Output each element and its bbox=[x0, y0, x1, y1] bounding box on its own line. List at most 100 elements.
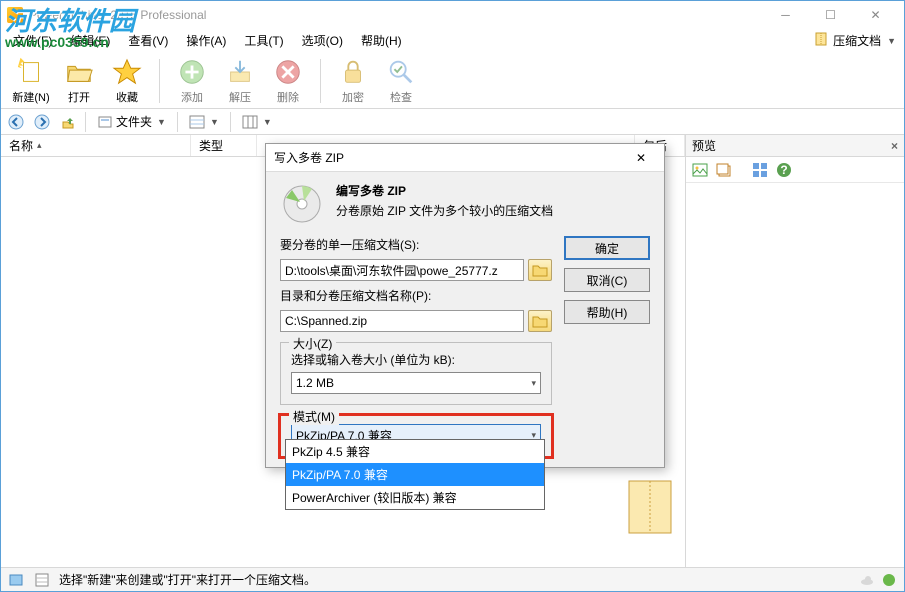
lock-icon bbox=[338, 57, 368, 87]
preview-grid-button[interactable] bbox=[750, 160, 770, 180]
dialog-body: 要分卷的单一压缩文档(S): 目录和分卷压缩文档名称(P): 大小(Z) 选择或… bbox=[266, 234, 664, 467]
open-icon bbox=[64, 57, 94, 87]
dest-browse-button[interactable] bbox=[528, 310, 552, 332]
preview-help-button[interactable]: ? bbox=[774, 160, 794, 180]
folder-icon bbox=[532, 263, 548, 277]
dialog-close-button[interactable]: ✕ bbox=[626, 147, 656, 169]
app-icon bbox=[7, 7, 23, 23]
list-view-icon bbox=[189, 114, 205, 130]
statusbar: 选择"新建"来创建或"打开"来打开一个压缩文档。 bbox=[1, 567, 904, 591]
columns-icon bbox=[242, 114, 258, 130]
extract-icon bbox=[225, 57, 255, 87]
window-title: PowerArchiver 2015 Professional bbox=[29, 8, 206, 22]
close-button[interactable]: ✕ bbox=[853, 1, 898, 29]
status-icon-cloud[interactable] bbox=[858, 571, 876, 589]
nav-folder-select[interactable]: 文件夹 ▼ bbox=[92, 111, 171, 133]
dialog-hero: 编写多卷 ZIP 分卷原始 ZIP 文件为多个较小的压缩文档 bbox=[266, 172, 664, 234]
ok-button[interactable]: 确定 bbox=[564, 236, 650, 260]
add-icon bbox=[177, 57, 207, 87]
col-name[interactable]: 名称▴ bbox=[1, 135, 191, 156]
preview-close-button[interactable]: × bbox=[891, 139, 898, 153]
extract-button: 解压 bbox=[216, 55, 264, 107]
chevron-down-icon: ▼ bbox=[263, 117, 272, 127]
check-icon bbox=[386, 57, 416, 87]
add-button: 添加 bbox=[168, 55, 216, 107]
dropdown-option-1[interactable]: PkZip/PA 7.0 兼容 bbox=[286, 463, 544, 486]
status-icon-2[interactable] bbox=[33, 571, 51, 589]
archive-icon bbox=[813, 31, 829, 50]
menu-tools[interactable]: 工具(T) bbox=[236, 29, 291, 52]
preview-image-button[interactable] bbox=[690, 160, 710, 180]
source-browse-button[interactable] bbox=[528, 259, 552, 281]
chevron-down-icon: ▼ bbox=[210, 117, 219, 127]
svg-text:?: ? bbox=[780, 163, 787, 177]
preview-panel: 预览 × ? bbox=[686, 135, 904, 567]
label-dest: 目录和分卷压缩文档名称(P): bbox=[280, 287, 552, 304]
nav-forward-button[interactable] bbox=[31, 111, 53, 133]
preview-toolbar: ? bbox=[686, 157, 904, 183]
star-icon bbox=[112, 57, 142, 87]
folder-icon bbox=[97, 114, 113, 130]
source-input[interactable] bbox=[280, 259, 524, 281]
open-button[interactable]: 打开 bbox=[55, 55, 103, 107]
chevron-down-icon[interactable]: ▼ bbox=[887, 36, 896, 46]
dialog-title: 写入多卷 ZIP bbox=[274, 149, 344, 166]
nav-up-button[interactable] bbox=[57, 111, 79, 133]
navigation-bar: 文件夹 ▼ ▼ ▼ bbox=[1, 109, 904, 135]
help-button[interactable]: 帮助(H) bbox=[564, 300, 650, 324]
cancel-button[interactable]: 取消(C) bbox=[564, 268, 650, 292]
archive-decor-icon bbox=[623, 475, 677, 539]
maximize-button[interactable]: ☐ bbox=[808, 1, 853, 29]
status-icon-1[interactable] bbox=[7, 571, 25, 589]
menubar-right: 压缩文档 ▼ bbox=[813, 31, 896, 50]
menubar: 文件(F) 编辑(E) 查看(V) 操作(A) 工具(T) 选项(O) 帮助(H… bbox=[1, 29, 904, 53]
chevron-down-icon: ▾ bbox=[531, 378, 536, 389]
menu-action[interactable]: 操作(A) bbox=[178, 29, 234, 52]
status-text: 选择"新建"来创建或"打开"来打开一个压缩文档。 bbox=[59, 571, 316, 588]
size-select[interactable]: 1.2 MB ▾ bbox=[291, 372, 541, 394]
dropdown-option-2[interactable]: PowerArchiver (较旧版本) 兼容 bbox=[286, 486, 544, 509]
menu-view[interactable]: 查看(V) bbox=[120, 29, 176, 52]
encrypt-button: 加密 bbox=[329, 55, 377, 107]
folder-icon bbox=[532, 314, 548, 328]
preview-images-button[interactable] bbox=[714, 160, 734, 180]
menu-file[interactable]: 文件(F) bbox=[5, 29, 60, 52]
dropdown-option-0[interactable]: PkZip 4.5 兼容 bbox=[286, 440, 544, 463]
titlebar: PowerArchiver 2015 Professional ─ ☐ ✕ bbox=[1, 1, 904, 29]
size-legend: 大小(Z) bbox=[289, 335, 336, 352]
delete-icon bbox=[273, 57, 303, 87]
dialog-titlebar[interactable]: 写入多卷 ZIP ✕ bbox=[266, 144, 664, 172]
delete-button: 删除 bbox=[264, 55, 312, 107]
archive-label[interactable]: 压缩文档 bbox=[833, 32, 881, 49]
new-icon bbox=[16, 57, 46, 87]
check-button: 检查 bbox=[377, 55, 425, 107]
nav-view-select[interactable]: ▼ bbox=[184, 111, 224, 133]
preview-title: 预览 bbox=[692, 137, 716, 154]
menu-help[interactable]: 帮助(H) bbox=[353, 29, 410, 52]
size-fieldset: 大小(Z) 选择或输入卷大小 (单位为 kB): 1.2 MB ▾ bbox=[280, 342, 552, 405]
fav-button[interactable]: 收藏 bbox=[103, 55, 151, 107]
preview-body bbox=[686, 183, 904, 567]
dialog-hero-title: 编写多卷 ZIP bbox=[336, 182, 650, 199]
cd-icon bbox=[280, 182, 324, 226]
menu-options[interactable]: 选项(O) bbox=[294, 29, 351, 52]
status-icon-green[interactable] bbox=[880, 571, 898, 589]
nav-back-button[interactable] bbox=[5, 111, 27, 133]
col-type[interactable]: 类型 bbox=[191, 135, 257, 156]
sort-asc-icon: ▴ bbox=[37, 140, 42, 151]
nav-columns-select[interactable]: ▼ bbox=[237, 111, 277, 133]
dest-input[interactable] bbox=[280, 310, 524, 332]
toolbar: 新建(N) 打开 收藏 添加 解压 删除 bbox=[1, 53, 904, 109]
mode-legend: 模式(M) bbox=[289, 408, 339, 425]
span-zip-dialog: 写入多卷 ZIP ✕ 编写多卷 ZIP 分卷原始 ZIP 文件为多个较小的压缩文… bbox=[265, 143, 665, 468]
chevron-down-icon: ▼ bbox=[157, 117, 166, 127]
mode-dropdown-list[interactable]: PkZip 4.5 兼容 PkZip/PA 7.0 兼容 PowerArchiv… bbox=[285, 439, 545, 510]
label-source: 要分卷的单一压缩文档(S): bbox=[280, 236, 552, 253]
label-size: 选择或输入卷大小 (单位为 kB): bbox=[291, 351, 541, 368]
preview-header: 预览 × bbox=[686, 135, 904, 157]
dialog-hero-desc: 分卷原始 ZIP 文件为多个较小的压缩文档 bbox=[336, 202, 650, 219]
minimize-button[interactable]: ─ bbox=[763, 1, 808, 29]
menu-edit[interactable]: 编辑(E) bbox=[62, 29, 118, 52]
main-window: 河东软件园 www.pc0359.cn PowerArchiver 2015 P… bbox=[0, 0, 905, 592]
new-button[interactable]: 新建(N) bbox=[7, 55, 55, 107]
